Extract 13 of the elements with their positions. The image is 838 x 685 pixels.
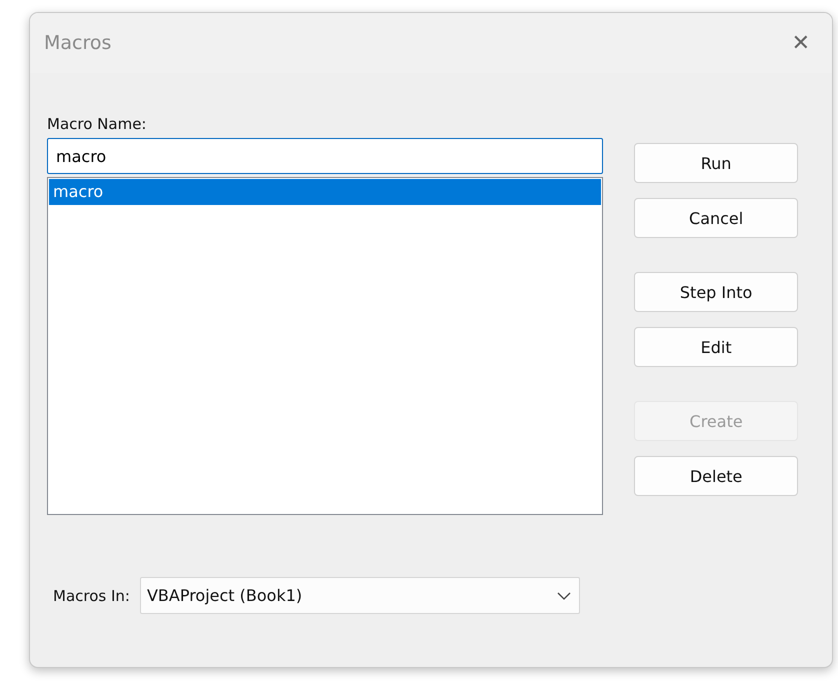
field-label: Macros In: [53, 586, 130, 604]
dialog-button[interactable]: Edit [634, 327, 798, 367]
dialog-button[interactable]: Run [634, 143, 798, 183]
macro-name-field[interactable]: macro [47, 138, 604, 174]
dialog-button[interactable]: Step Into [634, 272, 798, 312]
close-button[interactable]: ✕ [790, 30, 812, 56]
field-label: Macro Name: [47, 115, 148, 133]
dialog-button[interactable]: Cancel [634, 198, 798, 238]
window-title: Macros [44, 32, 112, 54]
chevron-icon [556, 592, 571, 600]
list-item[interactable]: macro [49, 179, 602, 205]
dialog-button[interactable]: Delete [634, 456, 798, 496]
macros-in-dropdown[interactable]: VBAProject (Book1) [140, 577, 580, 614]
